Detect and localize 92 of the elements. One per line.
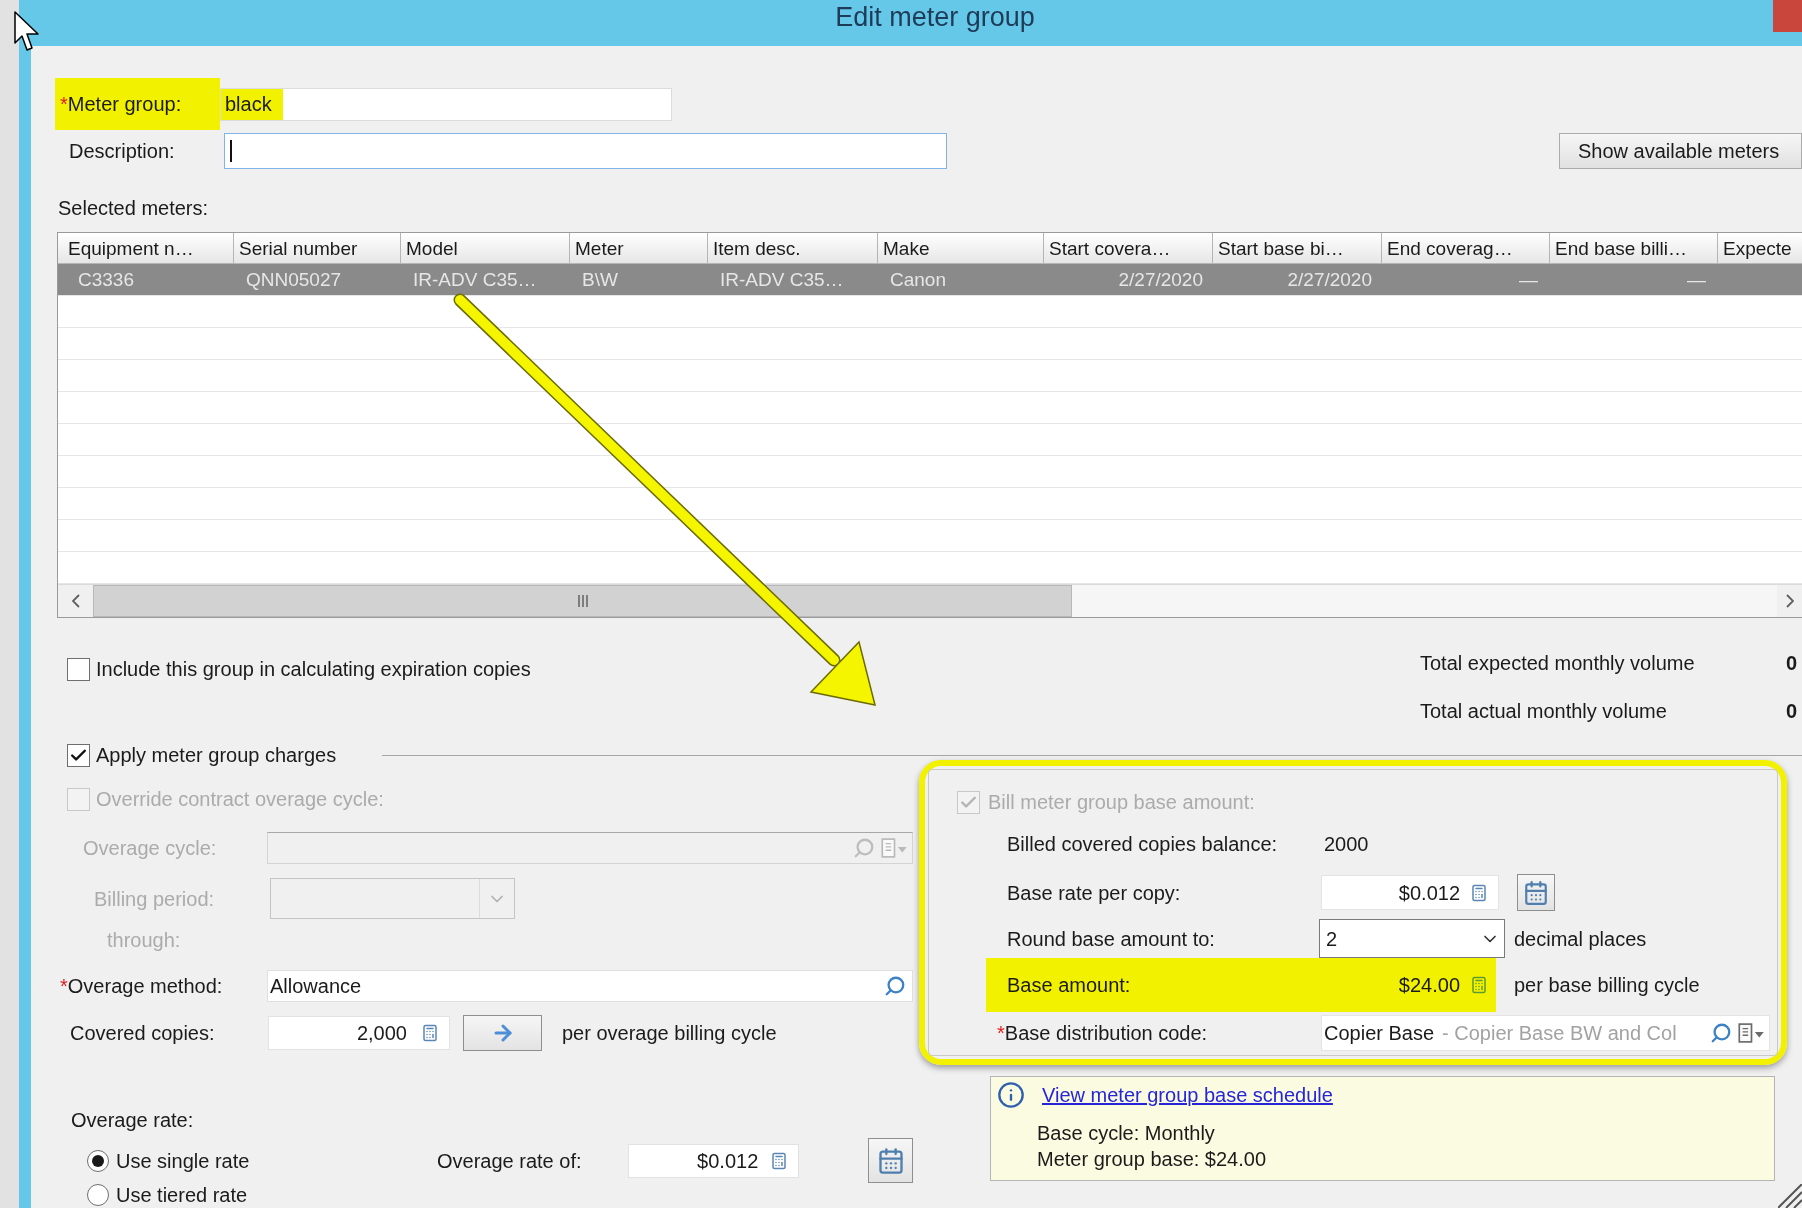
field-label: Meter group: bbox=[67, 94, 182, 114]
field-label: Covered copies: bbox=[70, 1023, 215, 1043]
field-label: Description: bbox=[69, 141, 175, 161]
schedule-link[interactable]: View meter group base schedule bbox=[1042, 1085, 1333, 1105]
total-value: 0 bbox=[1786, 653, 1798, 673]
number-field[interactable]: $0.012 bbox=[1321, 875, 1499, 910]
field-label: Billing period: bbox=[94, 888, 215, 909]
radio-button[interactable] bbox=[87, 1184, 109, 1206]
table-cell: B\W bbox=[582, 270, 618, 289]
column-header[interactable]: Make bbox=[878, 233, 1044, 264]
calendar-icon bbox=[876, 1146, 905, 1175]
field-label: Overage method: bbox=[67, 976, 223, 996]
column-header[interactable]: End base billi… bbox=[1550, 233, 1718, 264]
search-icon[interactable] bbox=[1710, 1022, 1732, 1044]
text-field[interactable]: black bbox=[220, 87, 672, 121]
column-header[interactable]: Equipment n… bbox=[58, 233, 234, 264]
show-meters-button[interactable]: Show available meters bbox=[1559, 133, 1802, 169]
field-suffix: decimal places bbox=[1514, 928, 1647, 949]
table-cell: 2/27/2020 bbox=[1118, 270, 1203, 289]
calculator-icon[interactable] bbox=[1470, 975, 1488, 995]
lookup-field[interactable]: Allowance bbox=[267, 970, 913, 1002]
info-text: Meter group base: $24.00 bbox=[1037, 1149, 1267, 1169]
column-header[interactable]: Serial number bbox=[234, 233, 401, 264]
checkbox[interactable] bbox=[67, 743, 90, 767]
total-label: Total actual monthly volume bbox=[1420, 701, 1667, 721]
lookup-field[interactable]: Copier Base - Copier Base BW and Col bbox=[1321, 1015, 1770, 1051]
grip-icon bbox=[577, 595, 588, 607]
checkbox-label: Bill meter group base amount: bbox=[988, 792, 1255, 812]
field-suffix: per overage billing cycle bbox=[562, 1023, 777, 1043]
field-value: 2000 bbox=[1323, 834, 1369, 854]
search-icon[interactable] bbox=[884, 975, 906, 997]
field-label: Base distribution code: bbox=[1004, 1023, 1208, 1043]
radio-button[interactable] bbox=[87, 1149, 109, 1172]
table-cell: QNN05027 bbox=[246, 270, 342, 289]
window-title: Edit meter group bbox=[835, 4, 1035, 31]
text-cursor bbox=[230, 140, 232, 162]
table-cell: — bbox=[1687, 270, 1706, 289]
field-label: Round base amount to: bbox=[1007, 928, 1215, 949]
mouse-pointer-icon bbox=[14, 11, 40, 53]
column-header[interactable]: Meter bbox=[570, 233, 708, 264]
table-cell: C3336 bbox=[78, 270, 134, 289]
field-label: Base rate per copy: bbox=[1007, 882, 1181, 903]
field-label: through: bbox=[107, 930, 181, 950]
field-label: Billed covered copies balance: bbox=[1007, 834, 1278, 854]
column-header[interactable]: Model bbox=[401, 233, 570, 264]
column-header[interactable]: Start covera… bbox=[1044, 233, 1213, 264]
column-header[interactable]: Start base bi… bbox=[1213, 233, 1382, 264]
field-label: Overage cycle: bbox=[83, 838, 217, 858]
calculator-icon[interactable] bbox=[421, 1023, 439, 1043]
checkbox[interactable] bbox=[67, 657, 90, 681]
required-marker: * bbox=[997, 1023, 1005, 1043]
radio-label: Use tiered rate bbox=[116, 1185, 248, 1205]
chevron-right-icon bbox=[1785, 594, 1794, 608]
scroll-right-button[interactable] bbox=[1777, 585, 1802, 617]
number-field[interactable]: $0.012 bbox=[628, 1143, 800, 1178]
calculator-icon[interactable] bbox=[770, 1150, 789, 1171]
checkbox-label: Apply meter group charges bbox=[96, 745, 337, 765]
table-cell: 2/27/2020 bbox=[1287, 270, 1372, 289]
table-cell: — bbox=[1519, 270, 1538, 289]
schedule-button[interactable] bbox=[1517, 874, 1555, 911]
decimal-dropdown[interactable]: 2 bbox=[1319, 919, 1505, 958]
info-text: Base cycle: Monthly bbox=[1037, 1123, 1215, 1143]
required-marker: * bbox=[60, 94, 68, 114]
horizontal-scrollbar[interactable] bbox=[58, 584, 1802, 617]
section-label: Selected meters: bbox=[58, 198, 209, 218]
radio-label: Use single rate bbox=[116, 1150, 250, 1171]
table-cell: IR-ADV C35… bbox=[413, 270, 537, 289]
section-label: Overage rate: bbox=[71, 1110, 194, 1130]
arrow-button[interactable] bbox=[463, 1015, 542, 1051]
table-cell: Canon bbox=[890, 270, 946, 289]
calculator-icon[interactable] bbox=[1470, 882, 1488, 903]
field-suffix: per base billing cycle bbox=[1514, 975, 1700, 995]
text-field[interactable] bbox=[224, 133, 947, 169]
calendar-icon bbox=[1523, 879, 1549, 906]
chevron-left-icon bbox=[71, 594, 80, 608]
field-label: Overage rate of: bbox=[437, 1150, 582, 1171]
document-menu-icon[interactable] bbox=[1738, 1023, 1765, 1043]
table-cell: IR-ADV C35… bbox=[720, 270, 844, 289]
required-marker: * bbox=[60, 976, 68, 996]
column-header[interactable]: Item desc. bbox=[708, 233, 878, 264]
checkbox-label: Include this group in calculating expiration copies bbox=[96, 659, 531, 679]
field-label: Base amount: bbox=[1007, 975, 1131, 995]
calendar-button[interactable] bbox=[868, 1138, 913, 1183]
column-header[interactable]: End coverag… bbox=[1382, 233, 1550, 264]
info-icon bbox=[997, 1081, 1025, 1109]
resize-grip-icon[interactable] bbox=[1778, 1184, 1802, 1208]
total-value: 0 bbox=[1786, 701, 1798, 721]
scrollbar-thumb[interactable] bbox=[93, 585, 1072, 617]
number-field[interactable]: 2,000 bbox=[268, 1016, 450, 1050]
checkbox-label: Override contract overage cycle: bbox=[96, 789, 384, 809]
scroll-left-button[interactable] bbox=[58, 585, 93, 617]
total-label: Total expected monthly volume bbox=[1420, 653, 1695, 673]
